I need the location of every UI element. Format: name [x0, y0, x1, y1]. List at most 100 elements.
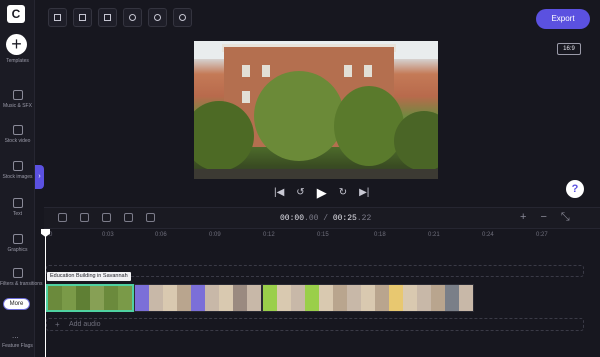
current-frames: .00	[304, 214, 319, 223]
sidebar-item-label: Graphics	[7, 247, 28, 253]
duplicate-icon[interactable]	[146, 213, 155, 222]
playback-controls: |◀ ↺ ▶ ↻ ▶|	[274, 186, 369, 199]
fit-timeline-icon[interactable]: ⤡	[561, 211, 570, 224]
sidebar-item-stock-video[interactable]: Stock video	[0, 125, 35, 144]
more-button[interactable]: More	[3, 298, 30, 310]
sidebar-item-stock-images[interactable]: Stock images	[0, 161, 35, 180]
zoom-tools: + − ⤡	[520, 211, 570, 224]
magic-button[interactable]	[98, 8, 117, 27]
clip-thumbnail	[459, 285, 473, 311]
editor-app: C + Templates Music & SFX Stock video St…	[0, 0, 600, 357]
playhead-line[interactable]	[45, 231, 46, 357]
video-clip[interactable]	[46, 284, 134, 312]
sidebar: C + Templates Music & SFX Stock video St…	[0, 0, 43, 357]
add-audio-track[interactable]: + Add audio	[46, 318, 584, 331]
ruler-tick: 0:24	[482, 232, 494, 238]
color-icon	[154, 14, 161, 21]
crop-icon	[79, 14, 86, 21]
skip-forward-icon[interactable]: ▶|	[359, 187, 369, 199]
delete-icon[interactable]	[124, 213, 133, 222]
total-frames: .22	[356, 214, 372, 223]
magic-icon	[104, 14, 111, 21]
preview-tree	[334, 86, 404, 166]
sidebar-item-label: Templates	[6, 58, 29, 64]
video-clip[interactable]	[134, 284, 262, 312]
export-button[interactable]: Export	[536, 9, 590, 29]
ruler-tick: 0:21	[428, 232, 440, 238]
app-logo: C	[7, 5, 25, 23]
clip-thumbnail	[177, 285, 191, 311]
clip-title-tooltip: Education Building in Savannah	[47, 272, 131, 281]
timeline-toolbar: 00:00.00 / 00:25.22 + − ⤡	[44, 207, 600, 229]
video-track	[46, 284, 474, 312]
sidebar-item-text[interactable]: Text	[0, 198, 35, 217]
clip-thumbnail	[291, 285, 305, 311]
sidebar-item-label: Filters & transitions	[0, 281, 43, 287]
help-button[interactable]: ?	[566, 180, 584, 198]
skip-back-icon[interactable]: |◀	[274, 187, 284, 199]
sidebar-item-label: Text	[12, 211, 23, 217]
aspect-ratio-button[interactable]: 16:9	[557, 43, 581, 55]
play-icon[interactable]: ▶	[317, 186, 327, 199]
clip-thumbnail	[247, 285, 261, 311]
ruler-tick: 0:12	[263, 232, 275, 238]
undo-icon[interactable]	[58, 213, 67, 222]
clip-thumbnail	[135, 285, 149, 311]
contrast-button[interactable]	[123, 8, 142, 27]
sidebar-item-feature-flags[interactable]: Feature Flags	[0, 343, 35, 349]
magic-wand-icon	[12, 268, 23, 278]
ruler-tick: 0:09	[209, 232, 221, 238]
time-separator: /	[318, 214, 333, 223]
crop-button[interactable]	[73, 8, 92, 27]
rewind-icon[interactable]: ↺	[296, 187, 304, 199]
speed-button[interactable]	[173, 8, 192, 27]
video-clip[interactable]	[262, 284, 474, 312]
sidebar-item-templates[interactable]: Templates	[0, 58, 35, 64]
clip-thumbnail	[90, 286, 104, 310]
clip-thumbnail	[445, 285, 459, 311]
layout-button[interactable]	[48, 8, 67, 27]
clip-thumbnail	[62, 286, 76, 310]
ruler-tick: 0:03	[102, 232, 114, 238]
zoom-in-icon[interactable]: +	[520, 211, 526, 224]
redo-icon[interactable]	[80, 213, 89, 222]
zoom-out-icon[interactable]: −	[540, 211, 546, 224]
clip-thumbnail	[417, 285, 431, 311]
edit-toolbar	[48, 8, 192, 27]
clip-thumbnail	[347, 285, 361, 311]
clip-thumbnail	[389, 285, 403, 311]
sidebar-item-label: Feature Flags	[2, 343, 33, 349]
shapes-icon	[12, 234, 23, 244]
speed-icon	[179, 14, 186, 21]
clip-thumbnail	[118, 286, 132, 310]
sidebar-item-label: Music & SFX	[3, 103, 32, 109]
clip-thumbnail	[191, 285, 205, 311]
color-button[interactable]	[148, 8, 167, 27]
clip-thumbnail	[76, 286, 90, 310]
ruler-tick: 0:15	[317, 232, 329, 238]
music-note-icon	[12, 90, 23, 100]
film-icon	[12, 125, 23, 135]
sidebar-item-filters[interactable]: Filters & transitions	[0, 268, 43, 287]
split-icon[interactable]	[102, 213, 111, 222]
ruler-tick: 0:06	[155, 232, 167, 238]
timeline-ruler[interactable]: 0 0:03 0:06 0:09 0:12 0:15 0:18 0:21 0:2…	[44, 229, 600, 243]
clip-thumbnail	[375, 285, 389, 311]
clip-thumbnail	[319, 285, 333, 311]
clip-thumbnail	[48, 286, 62, 310]
clip-thumbnail	[277, 285, 291, 311]
sidebar-item-graphics[interactable]: Graphics	[0, 234, 35, 253]
sidebar-item-music[interactable]: Music & SFX	[0, 90, 35, 109]
sidebar-collapse-button[interactable]: ›	[35, 165, 44, 189]
clip-thumbnail	[219, 285, 233, 311]
forward-icon[interactable]: ↻	[339, 187, 347, 199]
clip-thumbnail	[233, 285, 247, 311]
timecode: 00:00.00 / 00:25.22	[280, 214, 371, 223]
preview-tree	[254, 71, 344, 161]
clip-thumbnail	[104, 286, 118, 310]
clip-thumbnail	[305, 285, 319, 311]
video-preview	[194, 41, 438, 179]
ruler-tick: 0:27	[536, 232, 548, 238]
clip-thumbnail	[149, 285, 163, 311]
add-media-button[interactable]: +	[6, 34, 27, 55]
